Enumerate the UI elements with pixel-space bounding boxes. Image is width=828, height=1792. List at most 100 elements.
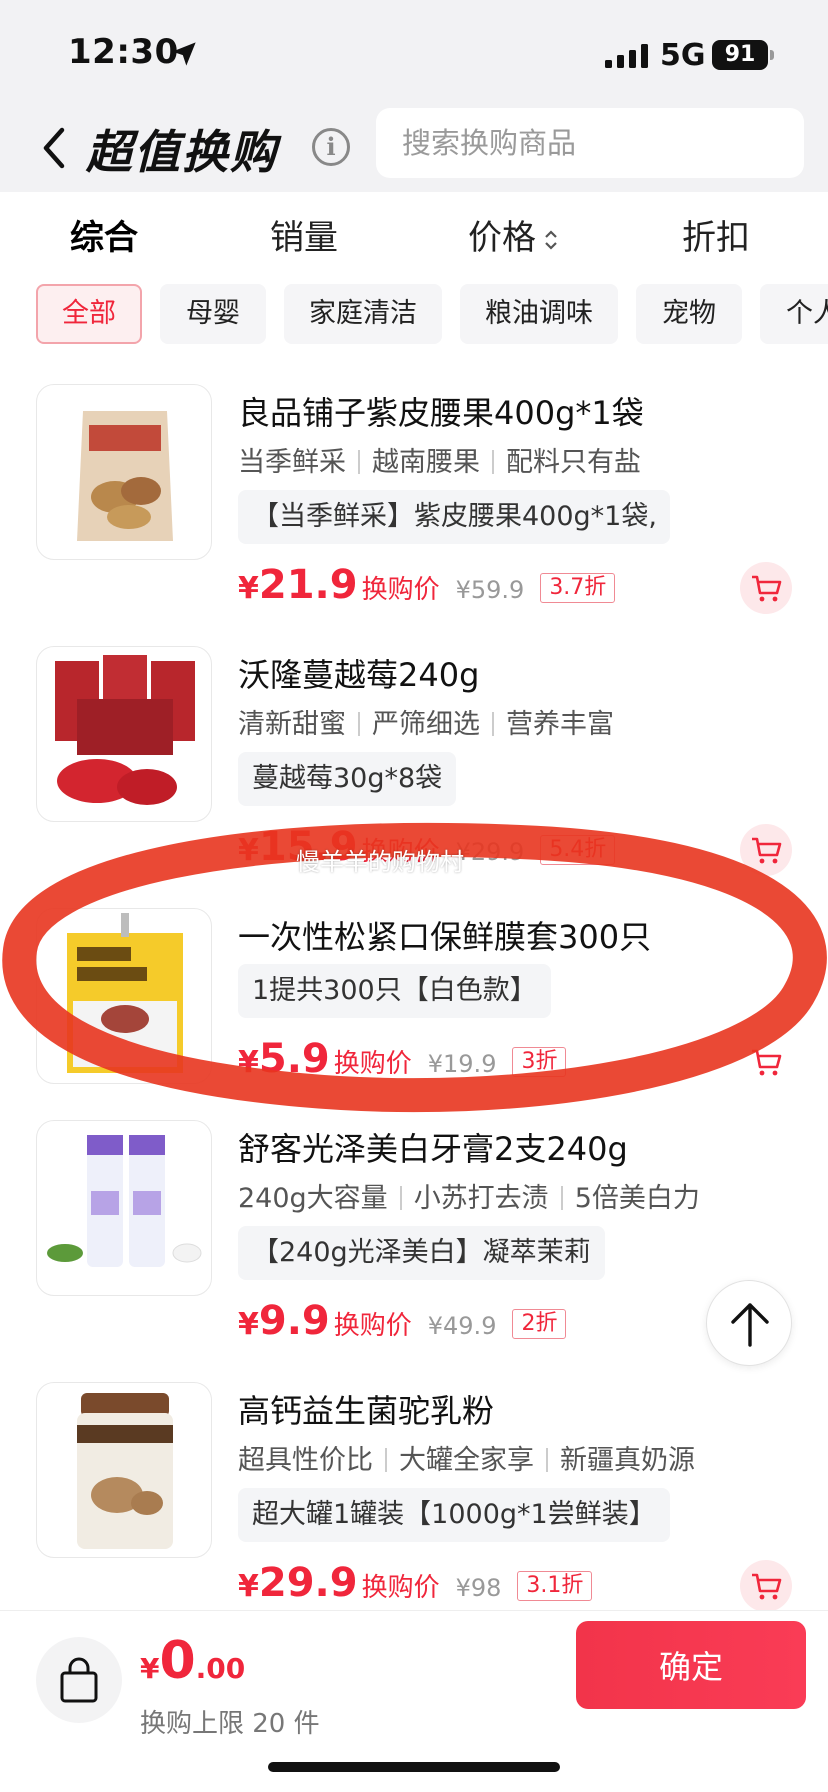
confirm-button[interactable]: 确定 — [576, 1621, 806, 1709]
product-spec: 【240g光泽美白】凝萃茉莉 — [238, 1226, 605, 1280]
product-title: 高钙益生菌驼乳粉 — [238, 1392, 495, 1430]
swap-price: 5.9 — [258, 1036, 330, 1082]
tag-separator — [358, 450, 360, 474]
tab-sort-sales[interactable]: 销量 — [270, 210, 338, 259]
tag-separator — [560, 1186, 563, 1210]
top-bar: 12:30 5G 91 超值换购 i — [0, 0, 828, 192]
search-box[interactable] — [376, 108, 804, 178]
battery-icon: 91 — [712, 40, 774, 70]
currency-symbol: ¥ — [140, 1652, 160, 1685]
cashew-bag-image[interactable] — [36, 384, 212, 560]
original-price: ¥59.9 — [455, 576, 525, 604]
product-spec: 【当季鲜采】紫皮腰果400g*1袋, — [238, 490, 670, 544]
product-tag: 小苏打去渍 — [413, 1183, 549, 1214]
price-label: 换购价 — [333, 1049, 412, 1079]
chip-personal[interactable]: 个人 — [760, 284, 828, 344]
price-row: ¥9.9 换购价 ¥49.9 2折 — [238, 1298, 567, 1348]
shopping-bag-button[interactable] — [36, 1637, 122, 1723]
tab-sort-price[interactable]: 价格 — [468, 210, 560, 259]
original-price: ¥29.9 — [455, 838, 525, 866]
original-price: ¥49.9 — [427, 1312, 497, 1340]
product-tag: 营养丰富 — [506, 709, 614, 740]
tab-sort-discount[interactable]: 折扣 — [682, 210, 750, 259]
product-item[interactable]: 良品铺子紫皮腰果400g*1袋 当季鲜采 越南腰果 配料只有盐 【当季鲜采】紫皮腰果… — [0, 376, 828, 638]
product-title: 舒客光泽美白牙膏2支240g — [238, 1130, 628, 1168]
home-indicator — [268, 1762, 560, 1772]
cart-icon — [752, 1049, 782, 1076]
total-int: 0 — [159, 1631, 196, 1691]
add-to-cart-button[interactable] — [740, 1036, 792, 1088]
back-icon[interactable] — [36, 124, 72, 172]
product-tag: 配料只有盐 — [506, 447, 641, 478]
cranberry-packs-image[interactable] — [36, 646, 212, 822]
shopping-bag-icon — [60, 1657, 98, 1703]
product-tag: 严筛细选 — [372, 709, 480, 740]
product-item[interactable]: 高钙益生菌驼乳粉 超具性价比 大罐全家享 新疆真奶源 超大罐1罐装【1000g*1尝… — [0, 1374, 828, 1636]
total-decimal: .00 — [195, 1652, 246, 1685]
sort-tabs: 综合 销量 价格 折扣 — [0, 192, 828, 280]
nav-bar: 超值换购 i — [0, 108, 828, 192]
tag-separator — [492, 712, 494, 736]
network-type: 5G — [660, 38, 706, 73]
swap-price: 29.9 — [258, 1560, 358, 1606]
discount-badge: 3.7折 — [540, 573, 616, 603]
add-to-cart-button[interactable] — [740, 1560, 792, 1612]
price-label: 换购价 — [361, 575, 440, 605]
discount-badge: 3.1折 — [517, 1571, 593, 1601]
search-input[interactable] — [402, 108, 792, 178]
product-title: 沃隆蔓越莓240g — [238, 656, 480, 694]
toothpaste-image[interactable] — [36, 1120, 212, 1296]
chip-baby[interactable]: 母婴 — [160, 284, 266, 344]
chip-home-cleaning[interactable]: 家庭清洁 — [284, 284, 442, 344]
price-label: 换购价 — [333, 1311, 412, 1341]
currency-symbol: ¥ — [238, 1307, 259, 1342]
swap-price: 21.9 — [258, 562, 358, 608]
add-to-cart-button[interactable] — [740, 562, 792, 614]
chip-all[interactable]: 全部 — [36, 284, 142, 344]
tab-sort-overall[interactable]: 综合 — [70, 210, 138, 259]
product-item[interactable]: 舒客光泽美白牙膏2支240g 240g大容量 小苏打去渍 5倍美白力 【240g光泽… — [0, 1112, 828, 1374]
cart-icon — [752, 837, 782, 864]
product-tag: 新疆真奶源 — [560, 1445, 695, 1476]
product-title: 良品铺子紫皮腰果400g*1袋 — [238, 394, 644, 432]
watermark: 慢羊羊的购物村 — [296, 848, 464, 876]
currency-symbol: ¥ — [238, 833, 259, 868]
price-row: ¥5.9 换购价 ¥19.9 3折 — [238, 1036, 567, 1086]
status-bar: 12:30 5G 91 — [0, 0, 828, 110]
cling-film-bag-image[interactable] — [36, 908, 212, 1084]
product-tags: 清新甜蜜 严筛细选 营养丰富 — [238, 702, 614, 741]
camel-milk-can-image[interactable] — [36, 1382, 212, 1558]
price-row: ¥29.9 换购价 ¥98 3.1折 — [238, 1560, 593, 1610]
product-spec: 1提共300只【白色款】 — [238, 964, 551, 1018]
info-icon[interactable]: i — [312, 128, 350, 166]
product-title: 一次性松紧口保鲜膜套300只 — [238, 918, 652, 956]
tag-separator — [358, 712, 360, 736]
status-time: 12:30 — [68, 32, 179, 72]
product-spec: 蔓越莓30g*8袋 — [238, 752, 457, 806]
arrow-up-icon — [731, 1303, 769, 1347]
chip-grain-oil[interactable]: 粮油调味 — [460, 284, 618, 344]
discount-badge: 3折 — [512, 1047, 567, 1077]
currency-symbol: ¥ — [238, 1569, 259, 1604]
chip-pet[interactable]: 宠物 — [636, 284, 742, 344]
cart-icon — [752, 575, 782, 602]
add-to-cart-button[interactable] — [740, 824, 792, 876]
cart-icon — [752, 1573, 782, 1600]
tag-separator — [399, 1186, 402, 1210]
product-tags: 240g大容量 小苏打去渍 5倍美白力 — [238, 1176, 700, 1215]
scroll-to-top-button[interactable] — [706, 1280, 792, 1366]
total-amount: ¥0.00 — [140, 1631, 245, 1691]
battery-level: 91 — [712, 40, 768, 70]
category-chips: 全部 母婴 家庭清洁 粮油调味 宠物 个人 — [0, 284, 828, 346]
page-title: 超值换购 — [86, 125, 278, 179]
price-row: ¥21.9 换购价 ¥59.9 3.7折 — [238, 562, 616, 612]
product-tag: 240g大容量 — [238, 1183, 388, 1214]
discount-badge: 5.4折 — [540, 835, 616, 865]
product-tag: 当季鲜采 — [238, 447, 346, 478]
product-tags: 当季鲜采 越南腰果 配料只有盐 — [238, 440, 641, 479]
swap-price: 9.9 — [258, 1298, 330, 1344]
tab-sort-price-label: 价格 — [468, 218, 536, 258]
product-spec: 超大罐1罐装【1000g*1尝鲜装】 — [238, 1488, 670, 1542]
battery-nub — [770, 50, 774, 60]
product-tag: 大罐全家享 — [399, 1445, 534, 1476]
